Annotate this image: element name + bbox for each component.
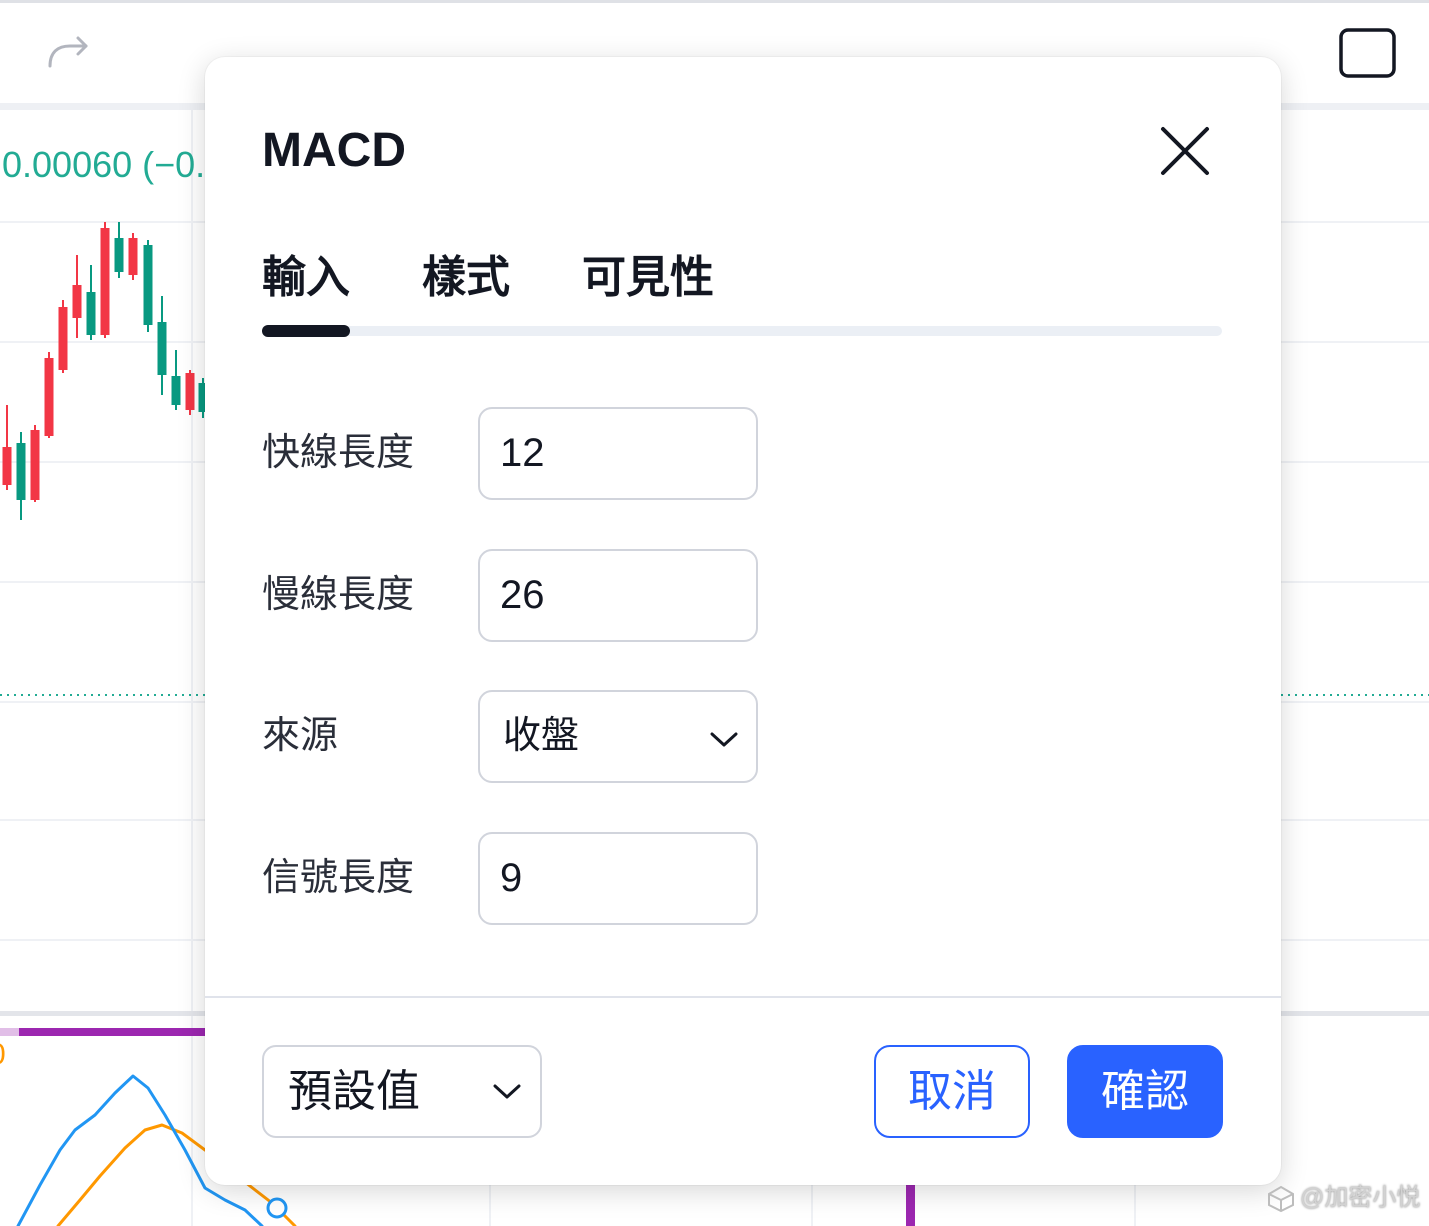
candle <box>16 432 26 520</box>
slow-length-input[interactable] <box>478 549 758 642</box>
form-row-source: 來源 收盤 <box>262 690 1222 783</box>
defaults-dropdown-label: 預設值 <box>288 1067 420 1116</box>
watermark-text: @加密小悦 <box>1300 1184 1421 1211</box>
candle-body <box>185 373 195 410</box>
candle-body <box>143 245 153 325</box>
square-icon <box>1339 28 1396 78</box>
redo-icon <box>48 36 88 68</box>
maximize-button[interactable] <box>1334 23 1400 83</box>
purple-marker-bar <box>906 1180 915 1226</box>
candle-body <box>157 322 167 375</box>
data-point-marker <box>266 1197 288 1219</box>
candle <box>44 352 54 438</box>
candle <box>100 222 110 338</box>
tab-style[interactable]: 樣式 <box>422 256 510 300</box>
logo-icon <box>1268 1185 1294 1213</box>
form-row-signal-length: 信號長度 <box>262 832 1222 925</box>
candle-body <box>2 447 12 485</box>
candle <box>171 350 181 410</box>
candle <box>185 370 195 415</box>
candle <box>2 405 12 490</box>
form-row-slow-length: 慢線長度 <box>262 549 1222 642</box>
candle-body <box>100 228 110 335</box>
candle-body <box>86 292 96 335</box>
candle <box>143 240 153 332</box>
candle-body <box>30 430 40 500</box>
form-row-fast-length: 快線長度 <box>262 407 1222 500</box>
source-label: 來源 <box>262 715 339 757</box>
tab-track <box>262 325 1222 337</box>
fast-length-label: 快線長度 <box>262 432 415 474</box>
close-icon <box>1161 127 1209 175</box>
signal-length-input[interactable] <box>478 832 758 925</box>
candle-body <box>171 376 181 405</box>
candle-body <box>16 443 26 500</box>
candle-body <box>58 307 68 370</box>
cancel-button[interactable]: 取消 <box>874 1045 1030 1138</box>
candles <box>2 222 208 520</box>
candle-body <box>128 238 138 275</box>
tab-visibility[interactable]: 可見性 <box>582 256 714 300</box>
confirm-button[interactable]: 確認 <box>1067 1045 1223 1138</box>
candle <box>157 296 167 395</box>
tab-inputs[interactable]: 輸入 <box>262 256 350 300</box>
dialog-title: MACD <box>262 124 406 177</box>
footer-divider <box>205 996 1281 998</box>
source-select[interactable]: 收盤 <box>478 690 758 783</box>
redo-button[interactable] <box>42 30 92 72</box>
pane-top-bar-faded <box>0 1028 19 1036</box>
slow-length-label: 慢線長度 <box>262 574 415 616</box>
candle <box>72 255 82 338</box>
chevron-down-icon <box>493 1084 521 1099</box>
signal-length-label: 信號長度 <box>262 857 415 899</box>
candle-body <box>114 238 124 272</box>
chevron-down-icon <box>710 732 738 747</box>
defaults-dropdown[interactable]: 預設值 <box>262 1045 542 1138</box>
price-change-label: 0.00060 (−0. <box>2 144 206 185</box>
candle <box>128 233 138 280</box>
candle <box>30 425 40 502</box>
close-button[interactable] <box>1160 126 1210 176</box>
macd-settings-dialog: MACD 輸入 樣式 可見性 快線長度 慢線長度 來源 收盤 信號長度 <box>205 57 1281 1185</box>
active-tab-indicator <box>262 325 350 337</box>
source-select-value: 收盤 <box>503 715 580 757</box>
candle <box>114 222 124 278</box>
candle <box>58 300 68 373</box>
lower-pane-value-label: 0 <box>0 1038 6 1072</box>
candle-body <box>44 358 54 436</box>
candle <box>86 265 96 340</box>
fast-length-input[interactable] <box>478 407 758 500</box>
candle-body <box>72 285 82 318</box>
